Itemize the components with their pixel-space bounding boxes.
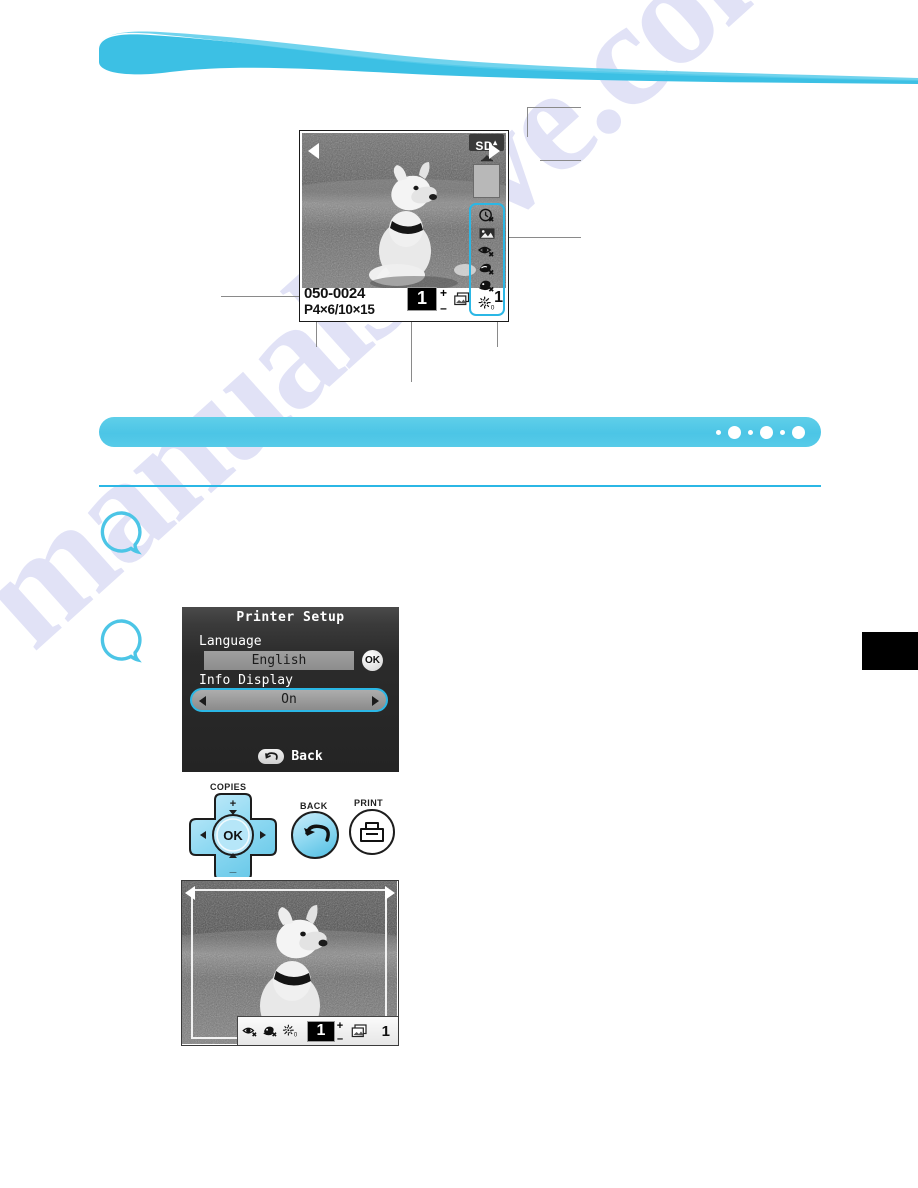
copies-value-bottom: 1 [316, 1021, 326, 1039]
progress-dot-small-2 [748, 429, 753, 435]
copies-value: 1 [416, 288, 427, 308]
brightness-value: 0 [491, 304, 495, 310]
printer-setup-dialog: Printer Setup Language English OK Info D… [182, 607, 399, 772]
callout-line-eject-h [540, 160, 581, 162]
copies-caption: COPIES [210, 782, 247, 792]
brightness-icon: 0 [478, 296, 495, 311]
lcd-info-bar-bottom: 0 1 + – 1 [237, 1016, 398, 1045]
nav-next-arrow-top[interactable] [489, 143, 500, 159]
skin-smooth-off-icon [479, 263, 494, 275]
copies-plus: + [439, 286, 447, 300]
info-display-field[interactable]: On [190, 688, 388, 712]
section-divider [99, 485, 821, 487]
copies-stepper-bottom[interactable]: + – [335, 1019, 345, 1045]
header-swoosh-decoration [99, 31, 918, 84]
triangle-right-icon[interactable] [372, 696, 379, 706]
file-number-label: 050-0024 [304, 285, 365, 302]
print-caption: PRINT [354, 798, 383, 808]
callout-line-copies-v [411, 322, 413, 382]
dialog-back-row[interactable]: Back [182, 749, 399, 764]
copies-value-box-bottom[interactable]: 1 [307, 1020, 335, 1042]
copies-minus: – [440, 301, 447, 315]
back-button[interactable] [290, 810, 340, 860]
callout-line-total-v [497, 322, 499, 347]
callout-line-fileno-h [221, 296, 303, 298]
copies-stepper[interactable]: + – [438, 286, 449, 315]
lcd-screen-bottom: 0 1 + – 1 [181, 880, 399, 1046]
nav-prev-arrow-bottom[interactable] [185, 886, 195, 900]
language-label: Language [199, 634, 262, 649]
date-off-icon [479, 208, 494, 222]
progress-dot-large-1 [728, 425, 741, 439]
callout-line-card-slot-h [527, 107, 581, 109]
red-eye-off-icon [477, 247, 494, 257]
copies-stack-icon [454, 292, 470, 306]
info-display-label: Info Display [199, 673, 293, 688]
step-bubble-marker-2 [100, 619, 142, 663]
step-bubble-marker-1 [100, 511, 142, 555]
nav-prev-arrow-top[interactable] [308, 143, 319, 159]
lcd-screen-top: 050-0024 P4×6/10×15 1 + – 1 SD▴ 0 [299, 130, 509, 322]
brightness-icon: 0 [282, 1024, 298, 1038]
nav-next-arrow-bottom[interactable] [385, 886, 395, 900]
red-eye-off-icon [242, 1027, 257, 1037]
info-display-value: On [281, 692, 297, 707]
paper-size-label: P4×6/10×15 [304, 302, 375, 317]
copies-plus-bottom: + [336, 1019, 344, 1032]
progress-dots [716, 417, 805, 447]
ok-chip-icon[interactable]: OK [362, 650, 383, 671]
total-prints-label-bottom: 1 [381, 1022, 390, 1040]
dialog-back-label: Back [291, 749, 323, 764]
print-settings-icon-column: 0 [469, 203, 505, 316]
progress-dot-small-3 [780, 429, 785, 435]
progress-dot-large-2 [760, 425, 773, 439]
copies-stack-icon [351, 1024, 367, 1038]
progress-dot-large-3 [792, 425, 805, 439]
progress-dot-small-1 [716, 429, 721, 435]
face-brighten-off-icon [479, 280, 494, 292]
memory-card-icon [473, 164, 500, 198]
copies-value-box[interactable]: 1 [407, 287, 437, 311]
print-button[interactable] [348, 808, 396, 856]
back-arrow-icon [258, 749, 285, 764]
image-optimize-icon [479, 228, 495, 239]
callout-line-icons-h [509, 237, 581, 239]
chapter-edge-tab [862, 632, 918, 670]
up-plus-icon: + [230, 798, 236, 810]
dpad-button[interactable]: OK + _ [188, 792, 278, 877]
chapter-progress-bar [99, 417, 821, 447]
svg-text:0: 0 [294, 1033, 298, 1038]
callout-line-papersize-v [316, 322, 318, 347]
dialog-title: Printer Setup [236, 610, 345, 625]
control-buttons-diagram: COPIES BACK PRINT OK + _ [188, 782, 403, 877]
down-minus-icon: _ [229, 860, 237, 874]
ok-button-label: OK [223, 828, 243, 843]
callout-line-card-slot [527, 107, 529, 137]
copies-minus-bottom: – [336, 1032, 344, 1045]
face-brighten-off-icon [263, 1026, 277, 1037]
language-field[interactable]: English [204, 651, 354, 670]
